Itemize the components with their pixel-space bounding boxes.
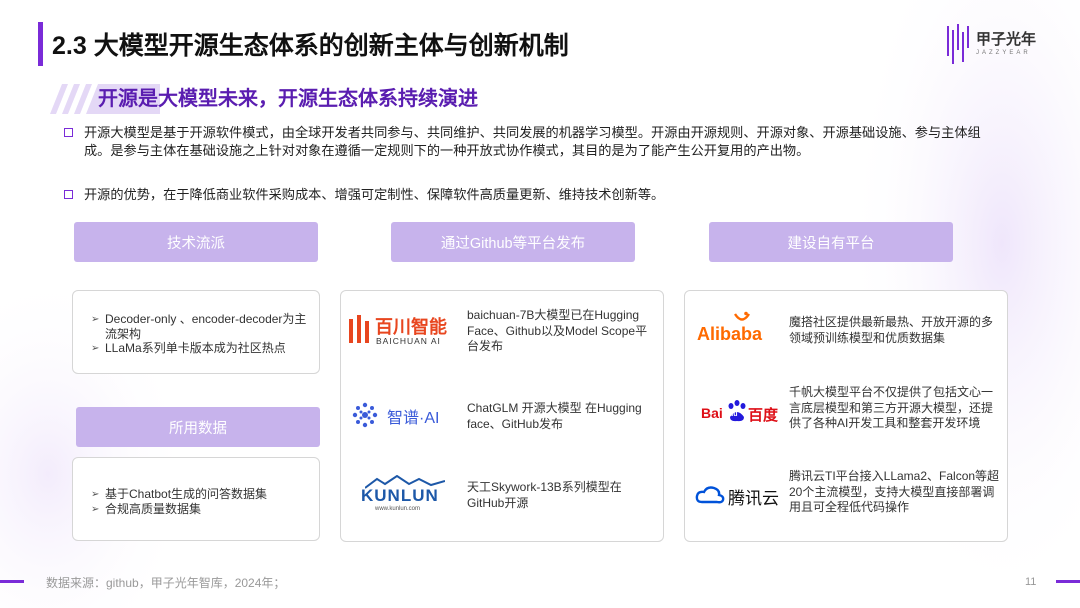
brand-logo: 甲子光年 JAZZYEAR <box>946 22 1056 70</box>
section-subtitle: 开源是大模型未来，开源生态体系持续演进 <box>98 88 478 110</box>
list-item: ➢ LLaMa系列单卡版本成为社区热点 <box>91 341 286 355</box>
list-item: ➢ 合规高质量数据集 <box>91 502 202 516</box>
list-item: ➢ Decoder-only 、encoder-decoder为主流架构 <box>91 312 307 341</box>
alibaba-smile-icon <box>733 311 751 321</box>
zhipu-description: ChatGLM 开源大模型 在Hugging face、GitHub发布 <box>467 401 642 431</box>
baichuan-logo: 百川智能 BAICHUAN AI <box>347 313 459 353</box>
footer-accent-left <box>0 580 24 583</box>
alibaba-logo: Alibaba <box>697 311 793 351</box>
kunlun-description: 天工Skywork-13B系列模型在GitHub开源 <box>467 480 622 510</box>
bullet-square-icon <box>64 190 73 199</box>
page-title: 2.3 大模型开源生态体系的创新主体与创新机制 <box>52 32 569 60</box>
baichuan-description: baichuan-7B大模型已在Hugging Face、Github以及Mod… <box>467 308 648 353</box>
data-used-header: 所用数据 <box>76 407 320 447</box>
tech-school-card: ➢ Decoder-only 、encoder-decoder为主流架构 ➢ L… <box>72 290 320 374</box>
bullet-paragraph: 开源的优势，在于降低商业软件采购成本、增强可定制性、保障软件高质量更新、维持技术… <box>64 186 1004 204</box>
bullet-square-icon <box>64 128 73 137</box>
logo-subtext: JAZZYEAR <box>976 50 1031 56</box>
bullet-paragraph: 开源大模型是基于开源软件模式，由全球开发者共同参与、共同维护、共同发展的机器学习… <box>64 124 1004 160</box>
logo-bars-icon <box>947 24 969 64</box>
own-platform-card: Alibaba 魔搭社区提供最新最热、开放开源的多领域预训练模型和优质数据集 B… <box>684 290 1008 542</box>
arrow-bullet-icon: ➢ <box>91 504 100 515</box>
alibaba-description: 魔搭社区提供最新最热、开放开源的多领域预训练模型和优质数据集 <box>789 315 994 345</box>
title-accent-bar <box>38 22 43 66</box>
own-platform-header: 建设自有平台 <box>709 222 953 262</box>
tech-school-header: 技术流派 <box>74 222 318 262</box>
bullet-text: 开源的优势，在于降低商业软件采购成本、增强可定制性、保障软件高质量更新、维持技术… <box>84 187 665 202</box>
baidu-description: 千帆大模型平台不仅提供了包括文心一言底层模型和第三方开源大模型，还提供了各种AI… <box>789 385 994 430</box>
zhipu-dots-icon <box>352 402 378 428</box>
list-item: ➢ 基于Chatbot生成的问答数据集 <box>91 487 268 501</box>
tencent-cloud-logo: 腾讯云 <box>695 483 793 509</box>
tencent-cloud-icon <box>695 486 725 504</box>
kunlun-logo: KUNLUN www.kunlun.com <box>359 475 459 515</box>
footer-accent-right <box>1056 580 1080 583</box>
bullet-text: 开源大模型是基于开源软件模式，由全球开发者共同参与、共同维护、共同发展的机器学习… <box>84 125 981 158</box>
arrow-bullet-icon: ➢ <box>91 489 100 500</box>
baidu-logo: Bai du 百度 <box>701 399 793 427</box>
github-release-card: 百川智能 BAICHUAN AI baichuan-7B大模型已在Hugging… <box>340 290 664 542</box>
page-number: 11 <box>1025 576 1037 588</box>
tencent-description: 腾讯云TI平台接入LLama2、Falcon等超20个主流模型，支持大模型直接部… <box>789 469 1000 514</box>
github-release-header: 通过Github等平台发布 <box>391 222 635 262</box>
arrow-bullet-icon: ➢ <box>91 314 100 325</box>
arrow-bullet-icon: ➢ <box>91 343 100 354</box>
logo-name: 甲子光年 <box>976 31 1037 48</box>
baichuan-mark-icon <box>349 315 369 343</box>
data-source-note: 数据来源：github，甲子光年智库，2024年； <box>46 576 286 590</box>
zhipu-logo: 智谱·AI <box>351 399 463 433</box>
data-used-card: ➢ 基于Chatbot生成的问答数据集 ➢ 合规高质量数据集 <box>72 457 320 541</box>
